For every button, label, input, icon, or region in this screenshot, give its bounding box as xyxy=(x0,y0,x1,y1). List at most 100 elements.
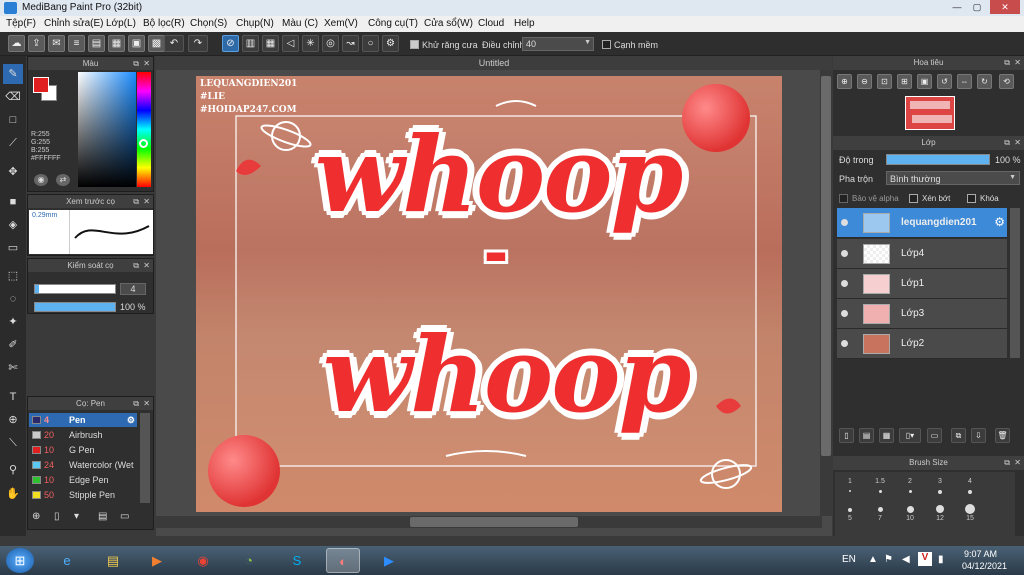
text-tool-icon[interactable]: T xyxy=(3,387,23,407)
layer-row[interactable]: Lớp1 xyxy=(837,269,1007,299)
lasso-tool-icon[interactable]: ◌ xyxy=(3,289,23,309)
maximize-button[interactable]: ▢ xyxy=(968,0,986,14)
lock-checkbox[interactable] xyxy=(967,194,976,203)
app-icon[interactable]: ◔ xyxy=(232,548,266,573)
list-icon[interactable]: ≡ xyxy=(68,35,85,52)
layer-row[interactable]: lequangdien201 ⚙ xyxy=(837,208,1007,238)
brush-size-cell[interactable]: 1 xyxy=(835,472,865,502)
brush-item-stipple[interactable]: 50 Stipple Pen xyxy=(29,488,137,502)
duplicate-layer-icon[interactable]: ⧉ xyxy=(951,428,966,443)
cloud-icon[interactable]: ☁ xyxy=(8,35,25,52)
menu-view[interactable]: Xem(V) xyxy=(324,18,358,29)
close-icon[interactable]: ✕ xyxy=(1014,456,1021,470)
alpha-protect-checkbox[interactable] xyxy=(839,194,848,203)
layer-scrollbar[interactable] xyxy=(1010,208,1020,358)
eye-icon[interactable] xyxy=(841,250,848,257)
brush-size-value[interactable]: 4 xyxy=(120,283,146,295)
tray-arrow-icon[interactable]: ▲ xyxy=(868,554,878,565)
chrome-icon[interactable]: ◉ xyxy=(186,548,220,573)
new-layer-8bit-icon[interactable]: ▤ xyxy=(859,428,874,443)
language-indicator[interactable]: EN xyxy=(842,554,856,565)
brush-item-edgepen[interactable]: 10 Edge Pen xyxy=(29,473,137,487)
layer-row[interactable]: Lớp4 xyxy=(837,239,1007,269)
close-icon[interactable]: ✕ xyxy=(1014,56,1021,70)
pin-icon[interactable]: ⧉ xyxy=(1004,56,1010,70)
parallel-snap-icon[interactable]: ▥ xyxy=(242,35,259,52)
eraser-tool-icon[interactable]: ⌫ xyxy=(3,87,23,107)
eye-icon[interactable] xyxy=(841,219,848,226)
close-icon[interactable]: ✕ xyxy=(143,195,150,208)
close-icon[interactable]: ✕ xyxy=(143,397,150,410)
skype-icon[interactable]: S xyxy=(280,548,314,573)
brush-item-pen[interactable]: 4 Pen ⚙ xyxy=(29,413,137,427)
circle-snap-icon[interactable]: ○ xyxy=(362,35,379,52)
brush-tool-icon[interactable]: ✎ xyxy=(3,64,23,84)
select-tool-icon[interactable]: ⬚ xyxy=(3,266,23,286)
palette-icon[interactable]: ◉ xyxy=(34,174,48,186)
menu-layer[interactable]: Lớp(L) xyxy=(106,18,136,29)
panel-icon[interactable]: ▦ xyxy=(108,35,125,52)
eye-icon[interactable] xyxy=(841,310,848,317)
grid-icon[interactable]: ▩ xyxy=(148,35,165,52)
menu-tools[interactable]: Công cụ(T) xyxy=(368,18,418,29)
hand-tool-icon[interactable]: ✋ xyxy=(3,484,23,504)
folder-icon[interactable]: ▭ xyxy=(120,511,129,522)
foreground-color[interactable] xyxy=(33,77,49,93)
pin-icon[interactable]: ⧉ xyxy=(1004,456,1010,470)
brush-size-cell[interactable]: 12 xyxy=(925,504,955,534)
settings-snap-icon[interactable]: ⚙ xyxy=(382,35,399,52)
volume-icon[interactable]: ◀ xyxy=(902,554,910,565)
menu-help[interactable]: Help xyxy=(514,18,535,29)
brush-size-cell[interactable]: 7 xyxy=(865,504,895,534)
sharp-checkbox[interactable] xyxy=(602,40,611,49)
bucket-tool-icon[interactable]: ◈ xyxy=(3,215,23,235)
brush-item-gpen[interactable]: 10 G Pen xyxy=(29,443,137,457)
layer-opacity-slider[interactable] xyxy=(886,154,990,165)
horizontal-scroll-thumb[interactable] xyxy=(410,517,578,527)
brush-size-cell[interactable]: 5 xyxy=(835,504,865,534)
explorer-icon[interactable]: ▤ xyxy=(96,548,130,573)
line-tool-icon[interactable]: ⟋ xyxy=(3,133,23,153)
eye-icon[interactable] xyxy=(841,280,848,287)
redo-icon[interactable]: ↷ xyxy=(188,35,208,52)
divide-tool-icon[interactable]: ⟍ xyxy=(3,433,23,453)
clip-checkbox[interactable] xyxy=(909,194,918,203)
rectangle-tool-icon[interactable]: □ xyxy=(3,110,23,130)
menu-color[interactable]: Màu (C) xyxy=(282,18,318,29)
brush-size-cell[interactable]: 4 xyxy=(955,472,985,502)
comment-icon[interactable]: ✉ xyxy=(48,35,65,52)
layer-row[interactable]: Lớp2 xyxy=(837,329,1007,359)
pin-icon[interactable]: ⧉ xyxy=(133,57,139,70)
brush-size-cell[interactable]: 1.5 xyxy=(865,472,895,502)
menu-select[interactable]: Chọn(S) xyxy=(190,18,227,29)
new-layer-1bit-icon[interactable]: ▦ xyxy=(879,428,894,443)
flag-icon[interactable]: ⚑ xyxy=(884,554,893,565)
vertical-scrollbar[interactable] xyxy=(820,70,832,516)
zoom-icon[interactable]: ▶ xyxy=(372,548,406,573)
flip-icon[interactable]: ⇔ xyxy=(957,74,972,89)
close-button[interactable]: ✕ xyxy=(990,0,1020,14)
new-brush-icon[interactable]: ▯ xyxy=(54,511,60,522)
brush-size-slider[interactable] xyxy=(34,284,116,294)
undo-icon[interactable]: ↶ xyxy=(164,35,184,52)
canvas-tab[interactable]: Untitled xyxy=(156,56,832,70)
gradient-tool-icon[interactable]: ▭ xyxy=(3,238,23,258)
eye-icon[interactable] xyxy=(841,340,848,347)
move-tool-icon[interactable]: ✥ xyxy=(3,162,23,182)
media-icon[interactable]: ▶ xyxy=(140,548,174,573)
gear-icon[interactable]: ⚙ xyxy=(127,413,135,427)
menu-snap[interactable]: Chụp(N) xyxy=(236,18,274,29)
rotate-right-icon[interactable]: ↻ xyxy=(977,74,992,89)
vanish-snap-icon[interactable]: ◁ xyxy=(282,35,299,52)
brush-menu-icon[interactable]: ▾ xyxy=(74,511,79,522)
brush-size-cell[interactable]: 10 xyxy=(895,504,925,534)
folder-icon[interactable]: ▭ xyxy=(927,428,942,443)
menu-edit[interactable]: Chỉnh sửa(E) xyxy=(44,18,104,29)
zoom-in-icon[interactable]: ⊕ xyxy=(837,74,852,89)
brush-size-cell[interactable]: 15 xyxy=(955,504,985,534)
cross-snap-icon[interactable]: ▦ xyxy=(262,35,279,52)
hue-slider[interactable] xyxy=(137,72,151,187)
artwork[interactable]: LEQUANGDIEN201 #LIE #HOIDAP247.COM whoop… xyxy=(196,76,782,512)
v-icon[interactable]: V xyxy=(918,552,932,566)
reset-icon[interactable]: ⟲ xyxy=(999,74,1014,89)
